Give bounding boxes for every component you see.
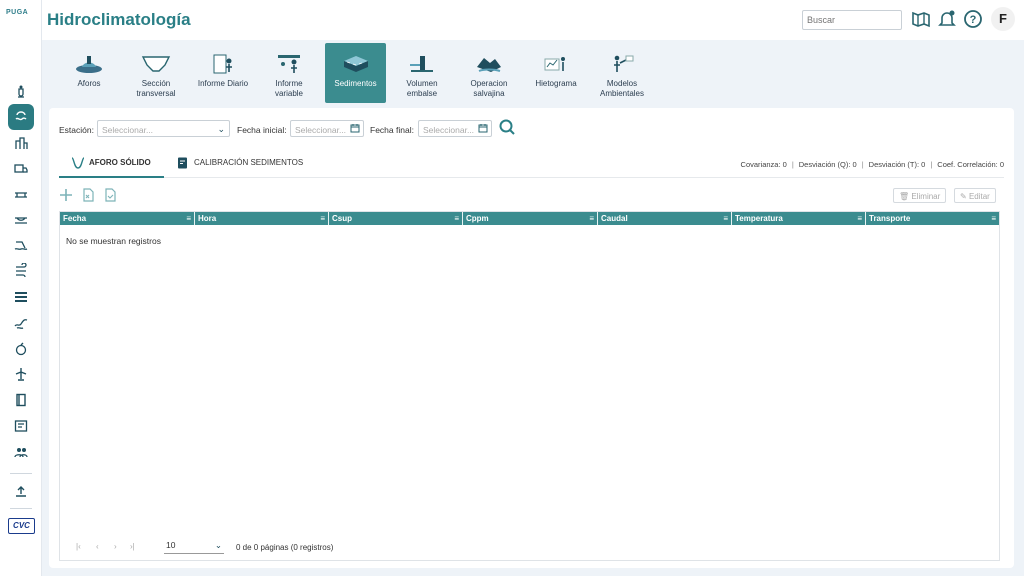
report-icon[interactable] [11, 416, 31, 436]
filter-icon[interactable]: ≡ [857, 214, 862, 223]
fruit-icon[interactable] [11, 339, 31, 359]
column-header[interactable]: Fecha ≡ [60, 212, 195, 225]
map-icon[interactable] [911, 9, 931, 29]
start-date-field[interactable]: Seleccionar... [290, 120, 364, 137]
filter-icon[interactable]: ≡ [589, 214, 594, 223]
edit-button[interactable]: ✎ Editar [954, 188, 996, 203]
buildings-icon[interactable] [11, 133, 31, 153]
airplane-icon[interactable] [11, 364, 31, 384]
module-modelos-ambientales[interactable]: Modelos Ambientales [592, 43, 652, 103]
variable-report-icon [278, 55, 300, 73]
tab-aforo-solido[interactable]: AFORO SÓLIDO [59, 157, 164, 178]
wave-icon[interactable] [11, 313, 31, 333]
page-size-select[interactable]: 10 ⌄ [164, 540, 224, 554]
environmental-models-icon [614, 55, 634, 72]
empty-message: No se muestran registros [66, 236, 161, 246]
wind-icon[interactable] [11, 260, 31, 280]
search-icon[interactable] [498, 118, 516, 136]
column-header[interactable]: Hora ≡ [195, 212, 329, 225]
filter-icon[interactable]: ≡ [991, 214, 996, 223]
water-flow-icon[interactable] [11, 235, 31, 255]
column-header[interactable]: Csup ≡ [329, 212, 463, 225]
channel-icon [71, 157, 85, 169]
bridge-icon[interactable] [11, 210, 31, 230]
excel-export-icon[interactable] [81, 188, 95, 202]
calendar-icon[interactable] [350, 123, 360, 133]
settings-tool-icon[interactable] [11, 481, 31, 501]
module-hietograma[interactable]: Hietograma [528, 43, 584, 103]
add-icon[interactable] [59, 188, 73, 202]
module-sedimentos[interactable]: Sedimentos [325, 43, 386, 103]
module-informe-variable[interactable]: Informe variable [262, 43, 316, 103]
last-page-icon[interactable]: ›| [130, 542, 135, 551]
avatar[interactable]: F [991, 7, 1015, 31]
sidebar-divider [10, 508, 32, 509]
sediments-icon [343, 56, 368, 72]
hyetograph-icon [544, 57, 565, 71]
flow-gauge-icon [76, 56, 102, 73]
filter-icon[interactable]: ≡ [723, 214, 728, 223]
prev-page-icon[interactable]: ‹ [96, 542, 99, 551]
sidebar: PUGA CVC [0, 0, 42, 576]
main-panel: Estación: Seleccionar... ⌄ Fecha inicial… [49, 108, 1014, 568]
calendar-icon[interactable] [478, 123, 488, 133]
pagination-info: 0 de 0 páginas (0 registros) [236, 543, 334, 552]
grid-header: Fecha ≡ Hora ≡ Csup ≡ Cppm ≡ Caudal ≡ Tempera… [60, 212, 999, 225]
chevron-down-icon: ⌄ [217, 124, 225, 134]
chevron-down-icon: ⌄ [214, 540, 222, 550]
module-seccion-transversal[interactable]: Sección transversal [126, 43, 186, 103]
module-toolbar: Aforos Sección transversal Informe Diari… [42, 40, 1024, 106]
hydro-module-icon[interactable] [8, 104, 34, 130]
delete-button[interactable]: 🗑 Eliminar [893, 188, 947, 203]
tab-bar: AFORO SÓLIDO CALIBRACIÓN SEDIMENTOS Cova… [59, 152, 1004, 178]
action-bar: 🗑 Eliminar ✎ Editar [59, 188, 1004, 204]
module-operacion-salvajina[interactable]: Operacion salvajina [460, 43, 518, 103]
next-page-icon[interactable]: › [114, 542, 117, 551]
page-title: Hidroclimatología [47, 10, 191, 29]
cross-section-icon [141, 56, 171, 72]
import-file-icon[interactable] [103, 188, 117, 202]
svg-text:?: ? [970, 14, 977, 26]
app-logo: PUGA [6, 9, 29, 16]
tab-calibracion-sedimentos[interactable]: CALIBRACIÓN SEDIMENTOS [176, 157, 303, 178]
pipeline-icon[interactable] [11, 185, 31, 205]
cvc-logo: CVC [8, 518, 35, 534]
station-label: Estación: [59, 125, 94, 135]
end-date-label: Fecha final: [370, 125, 414, 135]
filter-icon[interactable]: ≡ [320, 214, 325, 223]
station-select[interactable]: Seleccionar... ⌄ [97, 120, 230, 137]
help-icon[interactable]: ? [963, 9, 983, 29]
people-icon[interactable] [11, 442, 31, 462]
document-chart-icon [178, 157, 187, 169]
module-informe-diario[interactable]: Informe Diario [192, 43, 254, 103]
column-header[interactable]: Temperatura ≡ [732, 212, 866, 225]
first-page-icon[interactable]: |‹ [76, 542, 81, 551]
start-date-label: Fecha inicial: [237, 125, 287, 135]
filter-icon[interactable]: ≡ [186, 214, 191, 223]
deviation-q-stat: Desviación (Q): 0 [798, 160, 857, 169]
header: Hidroclimatología ? F [42, 0, 1024, 40]
column-header[interactable]: Caudal ≡ [598, 212, 732, 225]
sidebar-divider [10, 473, 32, 474]
book-icon[interactable] [11, 390, 31, 410]
module-volumen-embalse[interactable]: Volumen embalse [394, 43, 450, 103]
truck-icon[interactable] [11, 159, 31, 179]
column-header[interactable]: Transporte ≡ [866, 212, 999, 225]
deviation-t-stat: Desviación (T): 0 [868, 160, 926, 169]
daily-report-icon [213, 54, 232, 74]
statistics-summary: Covarianza: 0 | Desviación (Q): 0 | Desviaci… [740, 160, 1004, 169]
covariance-stat: Covarianza: 0 [740, 160, 787, 169]
end-date-field[interactable]: Seleccionar... [418, 120, 492, 137]
layers-icon[interactable] [11, 287, 31, 307]
flask-icon[interactable] [11, 81, 31, 101]
column-header[interactable]: Cppm ≡ [463, 212, 598, 225]
filter-icon[interactable]: ≡ [454, 214, 459, 223]
data-grid: Fecha ≡ Hora ≡ Csup ≡ Cppm ≡ Caudal ≡ Tempera… [59, 211, 1000, 561]
salvajina-operation-icon [477, 58, 501, 72]
module-aforos[interactable]: Aforos [62, 43, 116, 103]
correlation-stat: Coef. Correlación: 0 [937, 160, 1004, 169]
search-input[interactable] [802, 10, 902, 30]
bell-icon[interactable] [937, 9, 957, 29]
reservoir-volume-icon [410, 56, 433, 72]
